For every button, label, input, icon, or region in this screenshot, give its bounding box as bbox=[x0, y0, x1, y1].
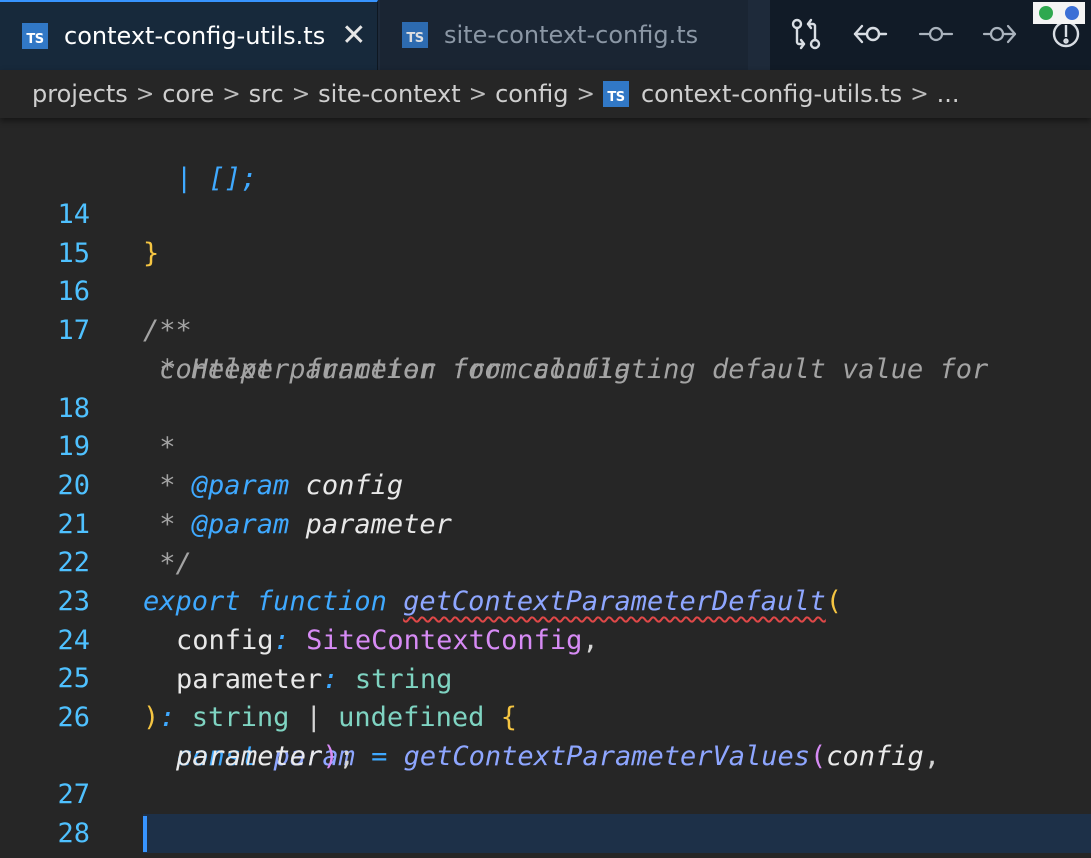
code-line: 23 config: SiteContextConfig, bbox=[0, 543, 1091, 656]
chevron-right-icon: > bbox=[222, 81, 241, 107]
code-line: 28 } bbox=[0, 775, 1091, 858]
tab-site-context-config[interactable]: TS site-context-config.ts bbox=[380, 0, 748, 70]
code-line: 15 bbox=[0, 195, 1091, 269]
share-icon bbox=[1065, 6, 1079, 20]
breadcrumb-core[interactable]: core bbox=[162, 80, 214, 108]
code-line: 25 ): string | undefined { bbox=[0, 620, 1091, 733]
typescript-file-icon: TS bbox=[22, 23, 48, 49]
tab-label: context-config-utils.ts bbox=[64, 22, 326, 50]
chevron-right-icon: > bbox=[468, 81, 488, 107]
code-line: 21 */ bbox=[0, 466, 1091, 579]
code-line-current: 29 bbox=[0, 814, 143, 858]
current-line-highlight[interactable] bbox=[143, 814, 1091, 853]
typescript-file-icon: TS bbox=[602, 81, 629, 107]
code-line-partial: | []; bbox=[0, 120, 1091, 194]
code-editor[interactable]: | []; 14 } 15 16 /** 17 * Helper functio… bbox=[0, 118, 1091, 858]
text-cursor bbox=[143, 816, 147, 852]
code-line-wrap: context parameter from config bbox=[0, 311, 1091, 385]
chevron-right-icon: > bbox=[576, 81, 595, 107]
code-line: 20 * @param parameter bbox=[0, 427, 1091, 540]
code-line: 18 * bbox=[0, 350, 1091, 463]
typescript-file-icon: TS bbox=[402, 22, 428, 48]
chevron-right-icon: > bbox=[291, 81, 311, 107]
breadcrumb-src[interactable]: src bbox=[249, 80, 284, 108]
breadcrumb-site-context[interactable]: site-context bbox=[318, 80, 460, 108]
code-line: 22 export function getContextParameterDe… bbox=[0, 504, 1091, 617]
breadcrumb-projects[interactable]: projects bbox=[32, 80, 128, 108]
go-forward-icon[interactable] bbox=[982, 16, 1018, 52]
code-line: 16 /** bbox=[0, 233, 1091, 346]
tab-context-config-utils[interactable]: TS context-config-utils.ts ✕ bbox=[0, 0, 378, 70]
line-number: 29 bbox=[0, 853, 90, 858]
tab-bar: TS context-config-utils.ts ✕ TS site-con… bbox=[0, 0, 1091, 70]
close-icon[interactable]: ✕ bbox=[341, 21, 366, 51]
go-back-icon[interactable] bbox=[852, 16, 888, 52]
code-line: 17 * Helper function for calculating def… bbox=[0, 272, 1091, 385]
breadcrumb-config[interactable]: config bbox=[495, 80, 568, 108]
code-line: 14 } bbox=[0, 156, 1091, 269]
code-line: 19 * @param config bbox=[0, 388, 1091, 501]
breadcrumb: projects > core > src > site-context > c… bbox=[0, 70, 1091, 118]
play-icon bbox=[1039, 6, 1053, 20]
code-line: 27 return param && param.length ? param[… bbox=[0, 736, 1091, 849]
chevron-right-icon: > bbox=[910, 81, 929, 107]
breadcrumb-file[interactable]: context-config-utils.ts bbox=[641, 80, 902, 108]
code-line: 24 parameter: string bbox=[0, 582, 1091, 695]
breadcrumb-ellipsis[interactable]: ... bbox=[937, 80, 960, 108]
extension-badges bbox=[1033, 2, 1085, 24]
git-commit-icon[interactable] bbox=[918, 16, 954, 52]
chevron-right-icon: > bbox=[135, 81, 155, 107]
code-line-wrap: parameter); bbox=[0, 698, 1091, 772]
compare-changes-icon[interactable] bbox=[788, 16, 824, 52]
tab-label: site-context-config.ts bbox=[444, 21, 699, 49]
code-line: 26 const param = getContextParameterValu… bbox=[0, 659, 1091, 772]
